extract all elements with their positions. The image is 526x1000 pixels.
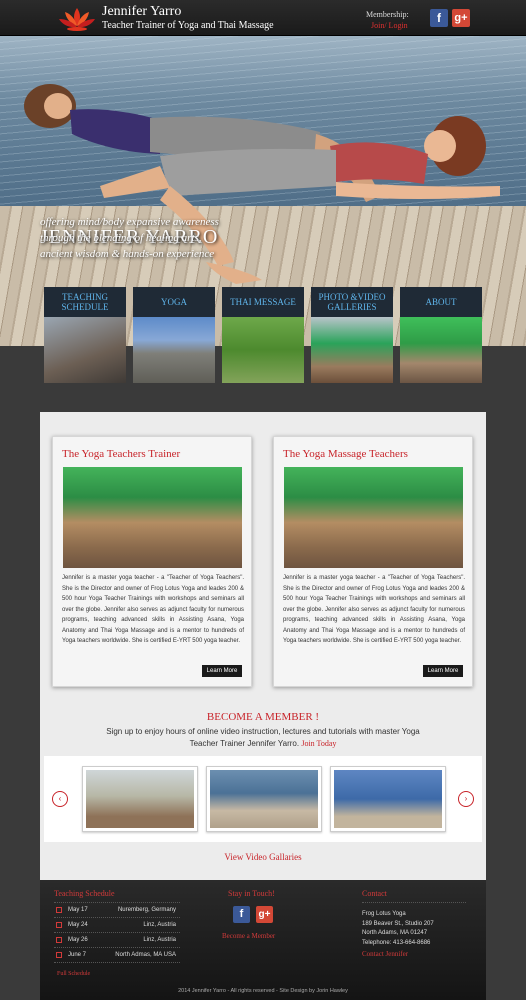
become-member-link[interactable]: Become a Member <box>222 932 275 940</box>
learn-more-button[interactable]: Learn More <box>423 665 463 677</box>
main-content: The Yoga Teachers Trainer Jennifer is a … <box>40 412 486 880</box>
address-line: Frog Lotus Yoga <box>362 911 406 917</box>
carousel-next-icon[interactable]: › <box>458 791 474 807</box>
bullet-icon <box>56 907 62 913</box>
copyright-text: 2014 Jennifer Yarro - All rights reserve… <box>178 988 348 994</box>
schedule-row[interactable]: May 24 Linz, Austria <box>54 919 180 933</box>
class-photo <box>63 467 242 568</box>
nav-photo <box>133 317 215 383</box>
divider <box>54 902 180 903</box>
full-schedule-link[interactable]: Full Schedule <box>57 971 90 977</box>
lotus-logo-icon[interactable] <box>58 6 96 32</box>
nav-label: THAI MESSAGE <box>222 287 304 317</box>
address-line: 189 Beaver St., Studio 207 <box>362 920 434 927</box>
hero-subline: through the blending of healing arts, <box>40 232 202 244</box>
class-photo <box>284 467 463 568</box>
nav-tile-thai-message[interactable]: THAI MESSAGE <box>222 287 304 383</box>
carousel-slide[interactable] <box>82 766 198 832</box>
site-tagline: Teacher Trainer of Yoga and Thai Massage <box>102 20 274 31</box>
join-today-link[interactable]: Join Today <box>301 739 336 748</box>
learn-more-button[interactable]: Learn More <box>202 665 242 677</box>
join-login-link[interactable]: Join/ Login <box>371 21 408 30</box>
address-line: North Adams, MA 01247 <box>362 930 428 936</box>
become-member-title: BECOME A MEMBER ! <box>206 711 320 723</box>
schedule-date: May 17 <box>68 907 88 913</box>
bullet-icon <box>56 922 62 928</box>
teaching-schedule-heading: Teaching Schedule <box>54 889 115 898</box>
photo-carousel: ‹ › <box>44 756 482 842</box>
yoga-massage-card: The Yoga Massage Teachers Jennifer is a … <box>273 436 473 687</box>
schedule-location: Nuremberg, Germany <box>117 907 176 913</box>
schedule-date: May 26 <box>68 937 88 943</box>
google-plus-icon[interactable]: g+ <box>256 906 273 923</box>
contact-heading: Contact <box>362 889 387 898</box>
card-text: Jennifer is a master yoga teacher - a "T… <box>283 575 465 644</box>
yoga-teachers-card: The Yoga Teachers Trainer Jennifer is a … <box>52 436 252 687</box>
facebook-icon[interactable]: f <box>430 9 448 27</box>
site-footer: Teaching Schedule May 17 Nuremberg, Germ… <box>40 880 486 1000</box>
member-description: Sign up to enjoy hours of online video i… <box>98 726 428 750</box>
site-header: Jennifer Yarro Teacher Trainer of Yoga a… <box>0 0 526 36</box>
contact-jennifer-link[interactable]: Contact Jennifer <box>362 950 408 958</box>
nav-tile-photo-video-galleries[interactable]: PHOTO &VIDEO GALLERIES <box>311 287 393 383</box>
bullet-icon <box>56 952 62 958</box>
carousel-prev-icon[interactable]: ‹ <box>52 791 68 807</box>
nav-tile-teaching-schedule[interactable]: TEACHING SCHEDULE <box>44 287 126 383</box>
nav-tile-about[interactable]: ABOUT <box>400 287 482 383</box>
nav-label: ABOUT <box>400 287 482 317</box>
facebook-icon[interactable]: f <box>233 906 250 923</box>
hero-subline: offering mind/body expansive awareness <box>40 216 219 228</box>
nav-photo <box>400 317 482 383</box>
schedule-row[interactable]: June 7 North Admas, MA USA <box>54 949 180 963</box>
membership-label: Membership: <box>366 10 409 19</box>
hero-subline: ancient wisdom & hands-on experience <box>40 248 215 260</box>
card-title[interactable]: The Yoga Massage Teachers <box>283 448 408 460</box>
view-video-galleries-link[interactable]: View Video Gallaries <box>40 852 486 862</box>
schedule-date: May 24 <box>68 922 88 928</box>
stay-in-touch-heading: Stay in Touch! <box>228 889 275 898</box>
site-name[interactable]: Jennifer Yarro <box>102 4 181 20</box>
nav-photo <box>311 317 393 383</box>
schedule-row[interactable]: May 17 Nuremberg, Germany <box>54 904 180 918</box>
nav-tile-yoga[interactable]: YOGA <box>133 287 215 383</box>
carousel-slide[interactable] <box>330 766 446 832</box>
google-plus-icon[interactable]: g+ <box>452 9 470 27</box>
nav-photo <box>44 317 126 383</box>
member-text: Sign up to enjoy hours of online video i… <box>106 727 420 748</box>
address-line: Telephone: 413-664-8686 <box>362 939 431 946</box>
nav-label: YOGA <box>133 287 215 317</box>
schedule-location: Linz, Austria <box>143 922 176 928</box>
contact-address: Frog Lotus Yoga 189 Beaver St., Studio 2… <box>362 910 434 948</box>
schedule-location: Linz, Austria <box>143 937 176 943</box>
nav-photo <box>222 317 304 383</box>
card-title[interactable]: The Yoga Teachers Trainer <box>62 448 180 460</box>
schedule-date: June 7 <box>68 952 87 958</box>
card-text: Jennifer is a master yoga teacher - a "T… <box>62 575 244 644</box>
schedule-row[interactable]: May 26 Linz, Austria <box>54 934 180 948</box>
divider <box>362 902 466 903</box>
schedule-location: North Admas, MA USA <box>115 952 176 958</box>
nav-label: PHOTO &VIDEO GALLERIES <box>311 287 393 317</box>
carousel-slide[interactable] <box>206 766 322 832</box>
nav-label: TEACHING SCHEDULE <box>44 287 126 317</box>
bullet-icon <box>56 937 62 943</box>
